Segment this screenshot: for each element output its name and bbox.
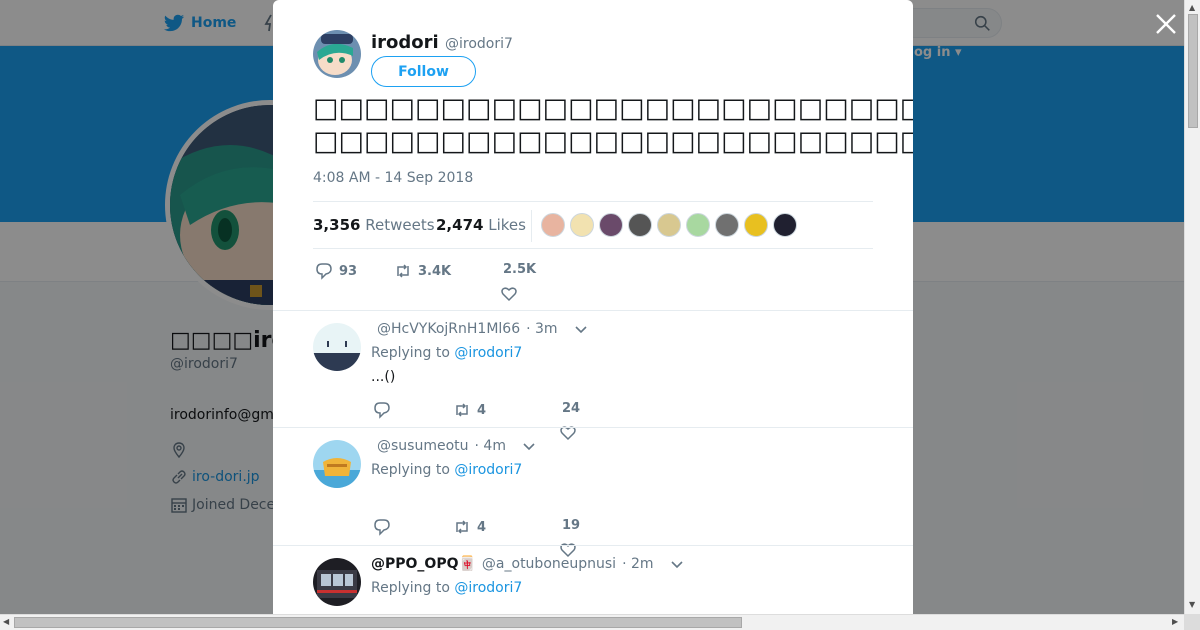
- scroll-right-arrow-icon[interactable]: ▶: [1172, 617, 1178, 626]
- retweet-count: 3.4K: [418, 263, 452, 279]
- reply-retweet-action[interactable]: 4: [453, 401, 486, 419]
- liker-avatar[interactable]: [744, 213, 768, 237]
- retweets-stat[interactable]: 3,356 Retweets: [313, 216, 435, 234]
- close-icon[interactable]: [1154, 12, 1178, 36]
- liker-avatar[interactable]: [657, 213, 681, 237]
- reply-handle[interactable]: @a_otuboneupnusi: [482, 556, 616, 572]
- replying-to-link[interactable]: @irodori7: [454, 345, 522, 361]
- replying-prefix: Replying to: [371, 580, 450, 596]
- reply-time[interactable]: · 4m: [475, 438, 506, 454]
- reply-header: @PPO_OPQ🀄 @a_otuboneupnusi · 2m: [371, 556, 684, 572]
- liker-avatar[interactable]: [628, 213, 652, 237]
- replying-to-link[interactable]: @irodori7: [454, 580, 522, 596]
- reply-count: 93: [339, 263, 358, 279]
- liker-avatar[interactable]: [773, 213, 797, 237]
- reply-time[interactable]: · 3m: [526, 321, 557, 337]
- liker-avatar[interactable]: [686, 213, 710, 237]
- retweet-action[interactable]: 3.4K: [394, 262, 451, 280]
- vertical-scroll-thumb[interactable]: [1188, 14, 1198, 128]
- tweet-text-line-1: □□□□□□□□□□□□□□□□□□□□□□□□□□□□□□□□□□…□□□…: [313, 93, 913, 124]
- author-avatar[interactable]: [313, 30, 361, 78]
- follow-button[interactable]: Follow: [371, 56, 476, 87]
- likes-stat[interactable]: 2,474 Likes: [436, 216, 526, 234]
- retweet-icon: [397, 264, 409, 278]
- reply-item[interactable]: @PPO_OPQ🀄 @a_otuboneupnusi · 2m Replying…: [273, 545, 913, 614]
- reply-action[interactable]: 93: [315, 262, 357, 280]
- reply-avatar[interactable]: [313, 323, 361, 371]
- replying-to: Replying to @irodori7: [371, 462, 522, 478]
- replying-to: Replying to @irodori7: [371, 580, 522, 596]
- horizontal-scrollbar[interactable]: ◀ ▶: [0, 614, 1184, 630]
- reply-reply-action[interactable]: [373, 401, 391, 419]
- reply-avatar[interactable]: [313, 440, 361, 488]
- reply-handle[interactable]: @HcVYKojRnH1Ml66: [377, 321, 520, 337]
- like-count-label: 2.5K: [503, 262, 536, 277]
- liker-avatars: [541, 213, 797, 237]
- author-handle[interactable]: @irodori7: [445, 36, 513, 52]
- like-count: 2.5K: [503, 262, 537, 277]
- retweet-icon: [456, 403, 468, 417]
- tweet-timestamp[interactable]: 4:08 AM - 14 Sep 2018: [313, 170, 473, 186]
- reply-avatar[interactable]: [313, 558, 361, 606]
- reply-like-action[interactable]: 19: [562, 518, 580, 533]
- retweets-count: 3,356: [313, 216, 361, 234]
- retweets-label: Retweets: [365, 216, 435, 234]
- replying-to-link[interactable]: @irodori7: [454, 462, 522, 478]
- reply-reply-action[interactable]: [373, 518, 391, 536]
- reply-retweet-count: 4: [477, 519, 487, 535]
- liker-avatar[interactable]: [599, 213, 623, 237]
- reply-like-count: 24: [562, 401, 581, 416]
- reply-icon: [316, 263, 332, 280]
- reply-text: ...(): [371, 369, 396, 385]
- reply-item[interactable]: @susumeotu · 4m Replying to @irodori7 4 …: [273, 427, 913, 558]
- reply-name[interactable]: @PPO_OPQ🀄: [371, 556, 476, 572]
- retweet-icon: [456, 520, 468, 534]
- chevron-down-icon[interactable]: [522, 439, 536, 453]
- author-name[interactable]: irodori: [371, 32, 439, 53]
- tweet-text-line-2: □□□□□□□□□□□□□□□□□□□□□□□□□□□□□□□□□□□□□□□□…: [313, 126, 913, 157]
- reply-header: @susumeotu · 4m: [371, 438, 536, 454]
- heart-icon: [501, 287, 517, 302]
- tweet-modal: irodori @irodori7 Follow □□□□□□□□□□□□□□□…: [273, 0, 913, 614]
- horizontal-scroll-thumb[interactable]: [14, 617, 742, 628]
- tweet-stats: 3,356 Retweets 2,474 Likes: [313, 201, 873, 249]
- likes-label: Likes: [488, 216, 526, 234]
- replying-prefix: Replying to: [371, 345, 450, 361]
- liker-avatar[interactable]: [541, 213, 565, 237]
- scrollbar-corner: [1184, 614, 1200, 630]
- tweet-text: □□□□□□□□□□□□□□□□□□□□□□□□□□□□□□□□□□…□□□…□…: [313, 92, 913, 158]
- reply-like-action[interactable]: 24: [562, 401, 580, 416]
- reply-header: @HcVYKojRnH1Ml66 · 3m: [371, 321, 588, 337]
- reply-like-count: 19: [562, 518, 581, 533]
- vertical-scrollbar[interactable]: ▲ ▼: [1184, 0, 1200, 614]
- chevron-down-icon[interactable]: [670, 557, 684, 571]
- likes-count: 2,474: [436, 216, 484, 234]
- reply-retweet-count: 4: [477, 402, 487, 418]
- liker-avatar[interactable]: [570, 213, 594, 237]
- replying-to: Replying to @irodori7: [371, 345, 522, 361]
- liker-avatar[interactable]: [715, 213, 739, 237]
- reply-item[interactable]: @HcVYKojRnH1Ml66 · 3m Replying to @irodo…: [273, 310, 913, 441]
- scroll-down-arrow-icon[interactable]: ▼: [1189, 600, 1195, 609]
- chevron-down-icon[interactable]: [574, 322, 588, 336]
- reply-handle[interactable]: @susumeotu: [377, 438, 469, 454]
- stats-divider: [531, 210, 532, 242]
- scroll-up-arrow-icon[interactable]: ▲: [1189, 3, 1195, 12]
- scroll-left-arrow-icon[interactable]: ◀: [3, 617, 9, 626]
- reply-icon: [374, 402, 390, 419]
- reply-icon: [374, 519, 390, 536]
- reply-retweet-action[interactable]: 4: [453, 518, 486, 536]
- like-action[interactable]: [500, 285, 518, 307]
- reply-time[interactable]: · 2m: [622, 556, 653, 572]
- replying-prefix: Replying to: [371, 462, 450, 478]
